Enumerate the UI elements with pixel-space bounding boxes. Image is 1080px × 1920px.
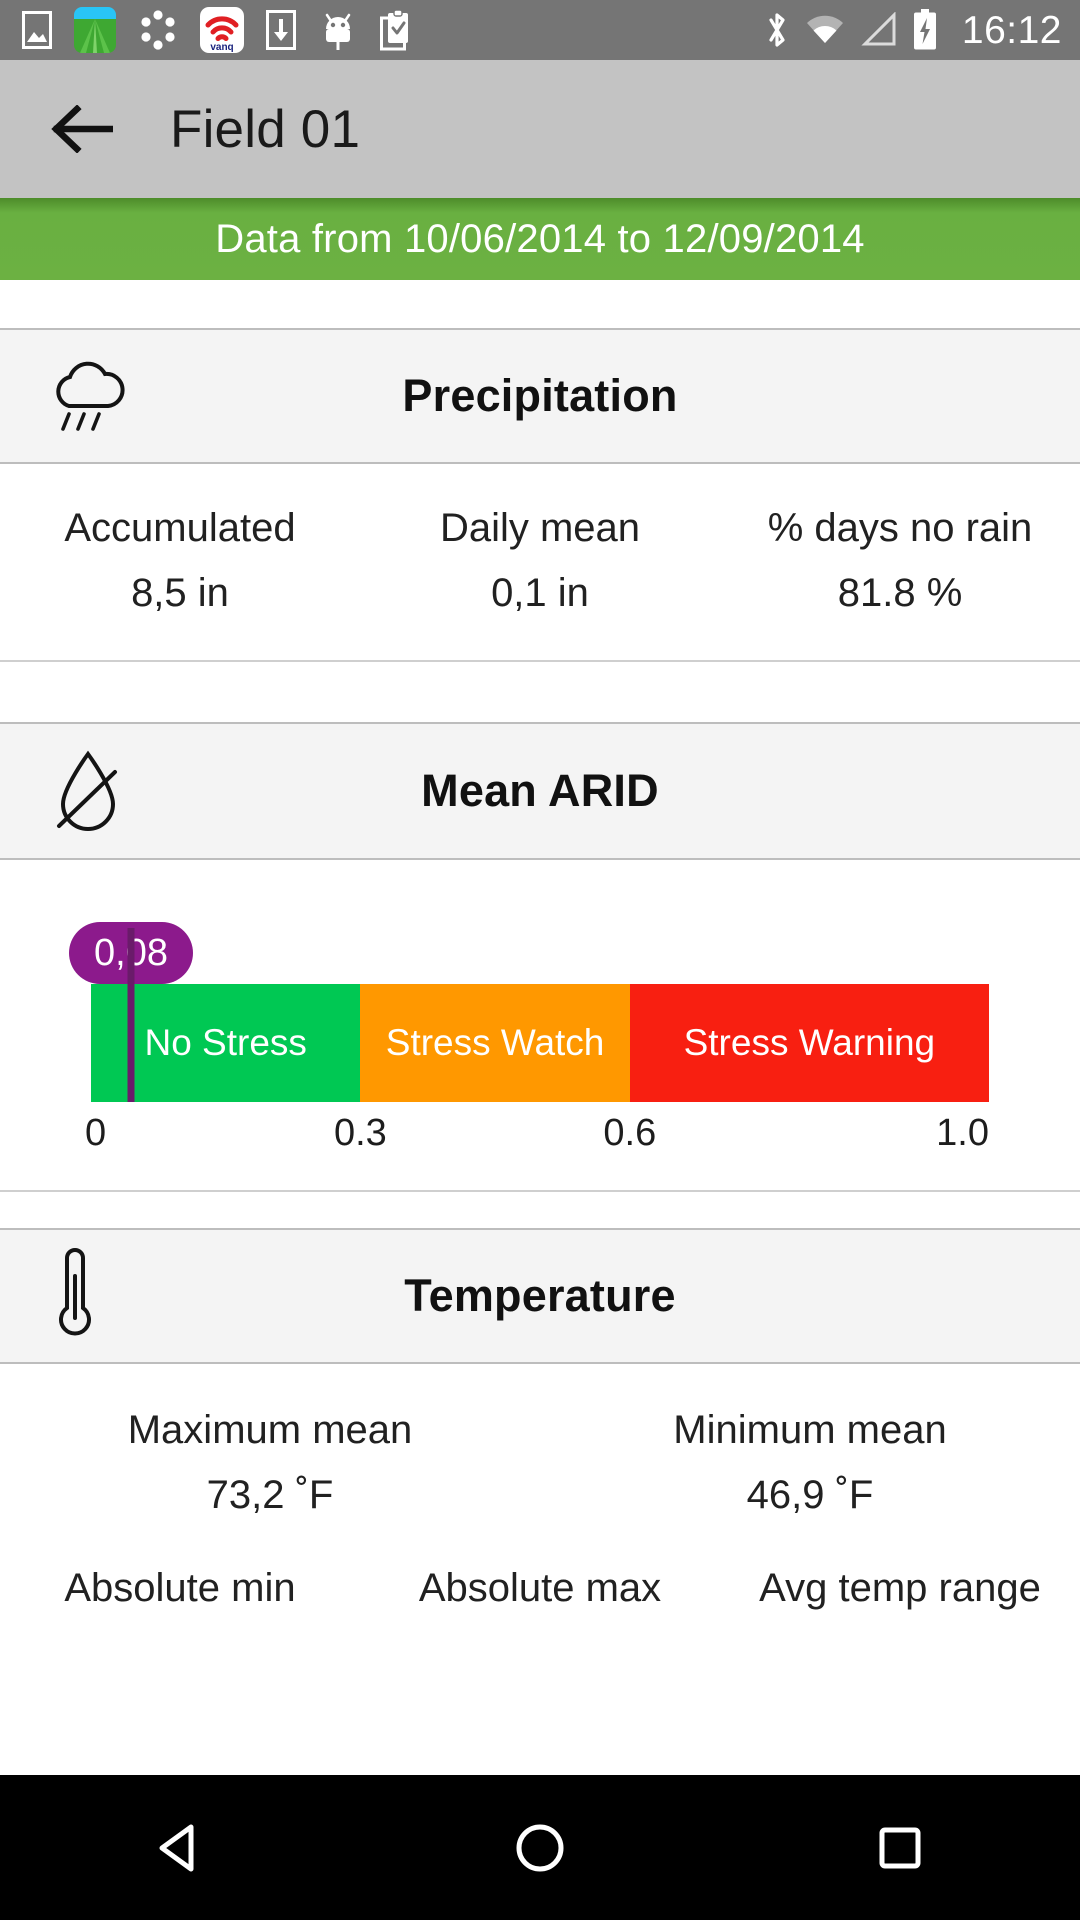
stat-cell: Minimum mean <box>540 1408 1080 1453</box>
section-header-temperature: Temperature <box>0 1228 1080 1364</box>
section-header-precipitation: Precipitation <box>0 328 1080 464</box>
app-bar: Field 01 <box>0 60 1080 198</box>
stat-value: 8,5 in <box>131 571 229 615</box>
bluetooth-icon <box>764 9 790 51</box>
stat-cell: % days no rain <box>720 506 1080 551</box>
stat-value: 81.8 % <box>837 571 963 615</box>
stat-value: 46,9 ˚F <box>746 1473 874 1517</box>
stat-label: Avg temp range <box>759 1566 1041 1610</box>
arid-gauge: 0,08 No Stress Stress Watch Stress Warni… <box>0 860 1080 1190</box>
arid-axis: 0 0.3 0.6 1.0 <box>85 1102 989 1168</box>
stat-label: % days no rain <box>767 506 1033 550</box>
stat-cell: Absolute max <box>360 1566 720 1611</box>
stat-value: 0,1 in <box>491 571 589 615</box>
spacer-after-banner <box>0 280 1080 328</box>
stat-label: Accumulated <box>64 506 296 550</box>
precipitation-values-row: 8,5 in 0,1 in 81.8 % <box>0 551 1080 660</box>
stat-cell: 73,2 ˚F <box>0 1473 540 1518</box>
vanq-wifi-icon: vanq <box>200 7 244 53</box>
battery-charging-icon <box>912 9 938 51</box>
stat-cell: Avg temp range <box>720 1566 1080 1611</box>
temperature-labels-row-1: Maximum mean Minimum mean <box>0 1364 1080 1453</box>
wifi-icon <box>804 12 846 48</box>
arid-badge-row: 0,08 <box>0 922 1080 984</box>
stat-label: Absolute max <box>418 1566 662 1610</box>
arid-value-needle <box>127 928 135 1102</box>
status-bar-clock: 16:12 <box>961 8 1062 52</box>
clipboard-check-icon <box>380 9 416 51</box>
arid-segment-stress-warning: Stress Warning <box>629 984 989 1102</box>
stat-value: 73,2 ˚F <box>206 1473 334 1517</box>
axis-tick: 0.6 <box>603 1112 657 1154</box>
section-title-temperature: Temperature <box>404 1270 676 1321</box>
temperature-values-row-1: 73,2 ˚F 46,9 ˚F <box>0 1453 1080 1518</box>
spacer <box>0 1192 1080 1228</box>
loading-dots-icon <box>138 10 178 50</box>
status-bar: vanq 16:12 <box>0 0 1080 60</box>
gallery-icon <box>22 11 52 49</box>
thermometer-icon <box>45 1246 105 1346</box>
axis-tick: 0 <box>85 1112 107 1154</box>
spacer <box>0 662 1080 722</box>
stat-label: Daily mean <box>439 506 641 550</box>
arid-bar: No Stress Stress Watch Stress Warning <box>91 984 989 1102</box>
system-navigation-bar <box>0 1775 1080 1920</box>
temperature-labels-row-2: Absolute min Absolute max Avg temp range <box>0 1518 1080 1611</box>
section-header-mean-arid: Mean ARID <box>0 722 1080 860</box>
stat-cell: 81.8 % <box>720 571 1080 616</box>
status-bar-left-icons: vanq <box>22 7 764 53</box>
section-title-mean-arid: Mean ARID <box>421 765 659 816</box>
field-app-icon <box>74 7 116 53</box>
nav-recents-icon[interactable] <box>840 1798 960 1898</box>
precipitation-labels-row: Accumulated Daily mean % days no rain <box>0 464 1080 551</box>
date-range-text: Data from 10/06/2014 to 12/09/2014 <box>215 216 865 261</box>
date-range-banner: Data from 10/06/2014 to 12/09/2014 <box>0 198 1080 280</box>
stat-cell: 0,1 in <box>360 571 720 616</box>
arrow-left-icon[interactable] <box>46 93 118 165</box>
stat-cell: 46,9 ˚F <box>540 1473 1080 1518</box>
stat-cell: 8,5 in <box>0 571 360 616</box>
stat-label: Absolute min <box>64 1566 296 1610</box>
stat-cell: Maximum mean <box>0 1408 540 1453</box>
stat-label: Maximum mean <box>127 1408 413 1452</box>
svg-text:vanq: vanq <box>210 42 233 53</box>
nav-home-icon[interactable] <box>480 1798 600 1898</box>
cell-signal-icon <box>860 12 898 48</box>
status-bar-right-icons: 16:12 <box>764 9 1062 51</box>
axis-tick: 1.0 <box>936 1112 989 1154</box>
android-robot-icon <box>318 9 358 51</box>
no-water-drop-icon <box>45 746 131 836</box>
nav-back-icon[interactable] <box>120 1798 240 1898</box>
section-title-precipitation: Precipitation <box>402 370 678 421</box>
stat-cell: Absolute min <box>0 1566 360 1611</box>
rain-cloud-icon <box>45 354 131 438</box>
axis-tick: 0.3 <box>333 1112 387 1154</box>
stat-cell: Accumulated <box>0 506 360 551</box>
stat-label: Minimum mean <box>673 1408 947 1452</box>
page-title: Field 01 <box>170 99 361 159</box>
stat-cell: Daily mean <box>360 506 720 551</box>
arid-segment-stress-watch: Stress Watch <box>360 984 630 1102</box>
download-icon <box>266 10 296 50</box>
